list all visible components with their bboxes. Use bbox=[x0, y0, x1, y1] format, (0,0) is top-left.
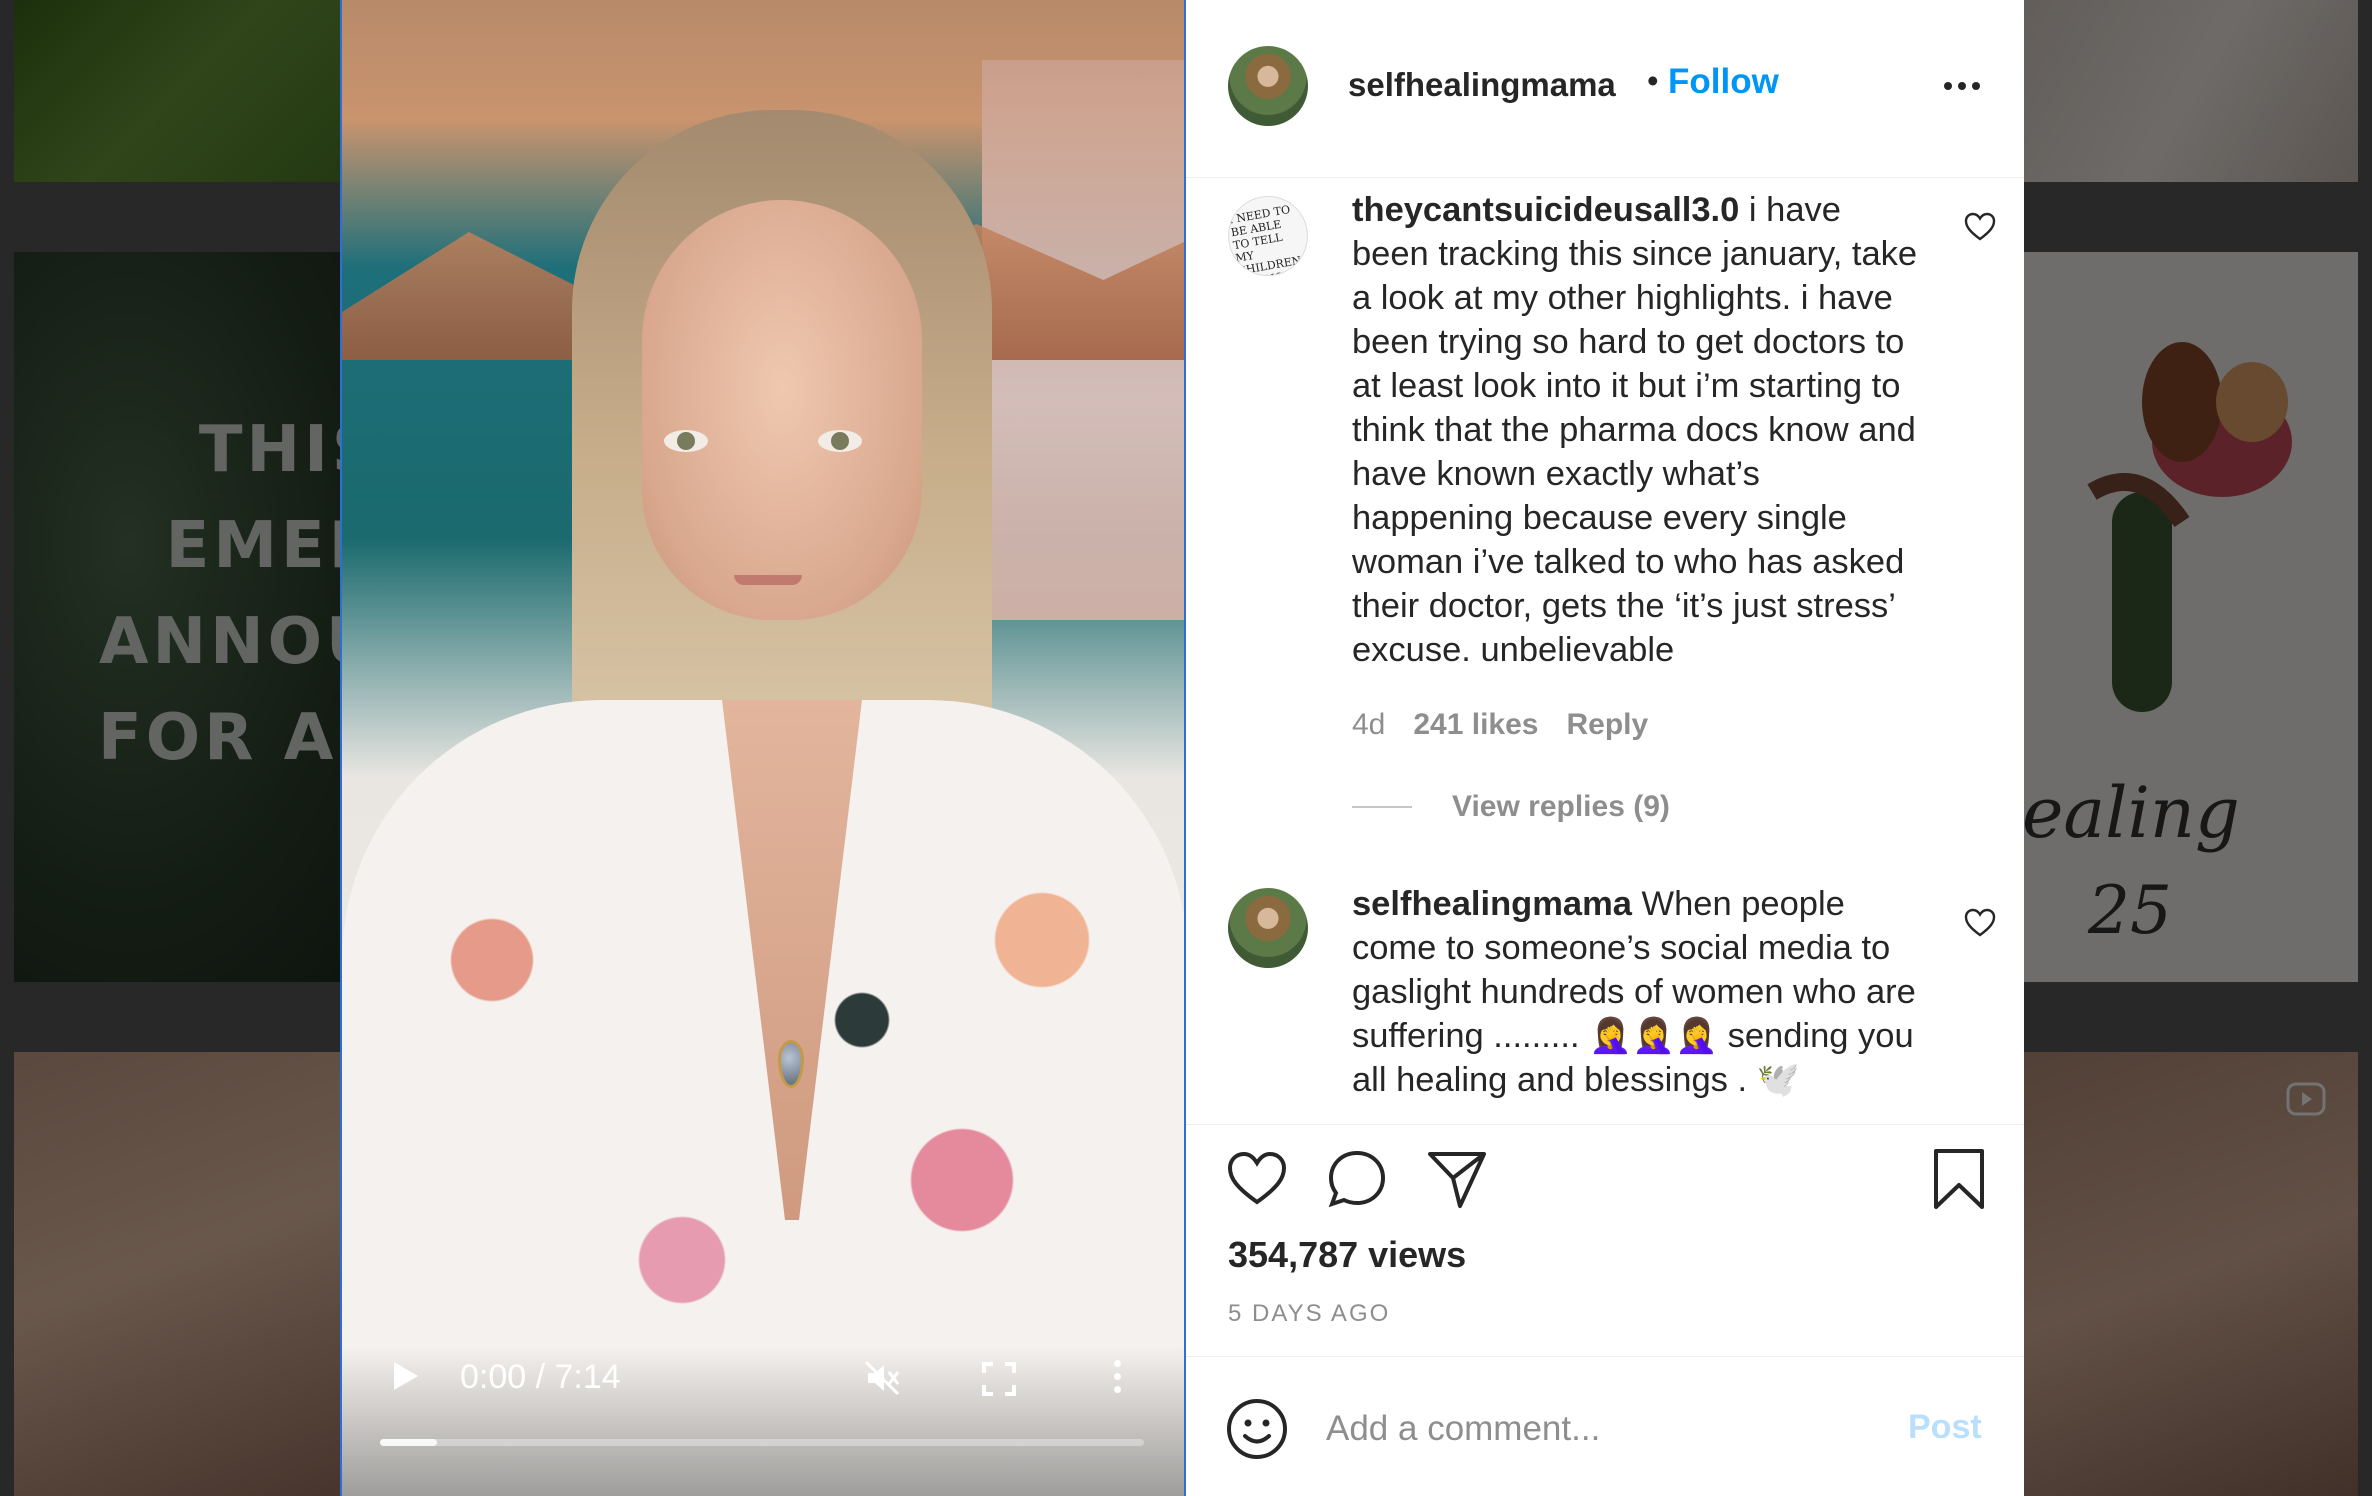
video-person-face bbox=[642, 200, 922, 620]
post-comment-button[interactable]: Post bbox=[1908, 1408, 1982, 1447]
like-comment-heart-icon[interactable] bbox=[1964, 908, 1996, 938]
background-tile-bed[interactable] bbox=[2022, 0, 2358, 182]
comment-bubble-icon[interactable] bbox=[1326, 1148, 1388, 1210]
healing-tile-text: 25 bbox=[2088, 872, 2172, 949]
more-options-icon[interactable] bbox=[1944, 82, 1980, 90]
post-header: selfhealingmama • Follow bbox=[1186, 0, 2024, 178]
reply-button[interactable]: Reply bbox=[1567, 708, 1649, 741]
comment-input[interactable] bbox=[1326, 1398, 1846, 1460]
comment-body: selfhealingmama When people come to some… bbox=[1352, 882, 1922, 1102]
video-person-eye bbox=[818, 430, 862, 452]
comment-age: 4d bbox=[1352, 708, 1386, 741]
comment-username[interactable]: selfhealingmama bbox=[1352, 885, 1632, 923]
video-person-eye bbox=[664, 430, 708, 452]
video-person-mouth bbox=[734, 575, 802, 585]
comment-text: i have been tracking this since january,… bbox=[1352, 191, 1918, 669]
view-replies-button[interactable]: View replies (9) bbox=[1352, 790, 1670, 824]
post-side-panel: selfhealingmama • Follow I NEED TO BE AB… bbox=[1186, 0, 2024, 1496]
video-player[interactable]: 0:00 / 7:14 bbox=[340, 0, 1186, 1496]
replies-divider bbox=[1352, 806, 1412, 808]
comment-likes[interactable]: 241 likes bbox=[1413, 708, 1538, 741]
background-tile-grass[interactable] bbox=[14, 0, 394, 182]
avatar-sign-text: I NEED TO BE ABLE TO TELL MY CHILDREN IT… bbox=[1228, 202, 1303, 276]
comment-meta: 4d 241 likes Reply bbox=[1352, 708, 1648, 742]
follow-button[interactable]: Follow bbox=[1668, 62, 1779, 102]
like-heart-icon[interactable] bbox=[1226, 1148, 1288, 1210]
like-comment-heart-icon[interactable] bbox=[1964, 212, 1996, 242]
bookmark-save-icon[interactable] bbox=[1928, 1148, 1990, 1210]
fullscreen-icon[interactable] bbox=[982, 1362, 1016, 1396]
avatar[interactable] bbox=[1228, 46, 1308, 126]
view-replies-label: View replies (9) bbox=[1452, 790, 1670, 823]
background-tile-announcement[interactable]: THIS EMER ANNOU FOR AL bbox=[14, 252, 394, 982]
post-author-username[interactable]: selfhealingmama bbox=[1348, 66, 1616, 104]
muted-speaker-icon[interactable] bbox=[862, 1358, 902, 1398]
healing-tile-text: ealing bbox=[2022, 772, 2240, 854]
reels-icon bbox=[2286, 1082, 2326, 1116]
comment-body: theycantsuicideusall3.0 i have been trac… bbox=[1352, 188, 1922, 672]
background-tile-healing[interactable]: ealing 25 bbox=[2022, 252, 2358, 982]
avatar[interactable] bbox=[1228, 888, 1308, 968]
comment-username[interactable]: theycantsuicideusall3.0 bbox=[1352, 191, 1739, 229]
share-send-icon[interactable] bbox=[1426, 1148, 1488, 1210]
header-separator: • bbox=[1647, 62, 1659, 99]
comments-list[interactable]: I NEED TO BE ABLE TO TELL MY CHILDREN IT… bbox=[1186, 178, 2024, 1124]
play-icon[interactable] bbox=[394, 1362, 418, 1390]
avatar[interactable]: I NEED TO BE ABLE TO TELL MY CHILDREN IT… bbox=[1228, 196, 1308, 276]
flower-illustration bbox=[2087, 342, 2292, 712]
vertical-dots-icon[interactable] bbox=[1112, 1360, 1122, 1400]
background-tile-smiling-woman[interactable] bbox=[14, 1052, 394, 1496]
video-time: 0:00 / 7:14 bbox=[460, 1358, 621, 1396]
view-count[interactable]: 354,787 views bbox=[1228, 1234, 1466, 1276]
background-tile-woman-closeup[interactable] bbox=[2022, 1052, 2358, 1496]
video-progress-fill bbox=[380, 1439, 438, 1446]
emoji-smiley-icon[interactable] bbox=[1226, 1398, 1288, 1460]
video-progress-bar[interactable] bbox=[380, 1439, 1144, 1446]
post-timestamp[interactable]: 5 DAYS AGO bbox=[1228, 1300, 1390, 1328]
